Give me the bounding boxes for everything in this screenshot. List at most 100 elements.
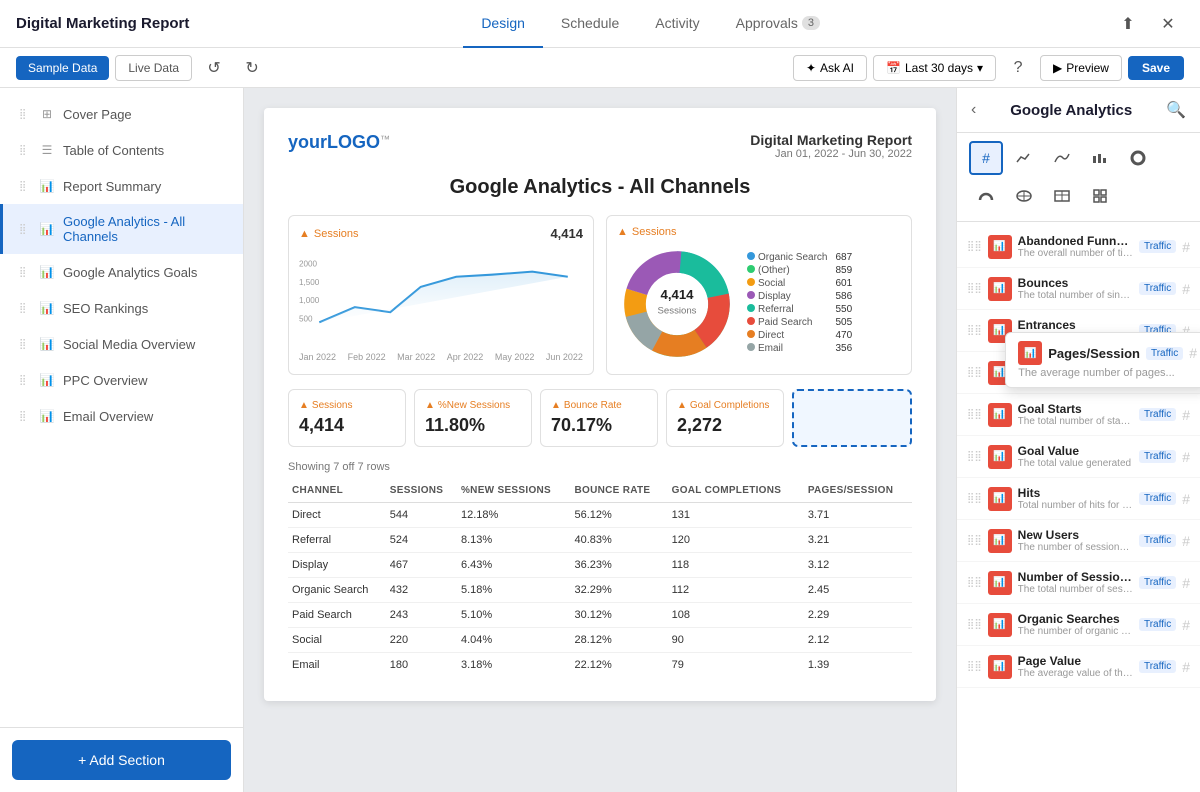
type-map-button[interactable] — [1007, 179, 1041, 213]
sidebar-item-ppc[interactable]: ⣿ 📊 PPC Overview — [0, 362, 243, 398]
metric-chart-icon: 📊 — [988, 529, 1012, 553]
live-data-button[interactable]: Live Data — [115, 55, 192, 81]
topbar-left: Digital Marketing Report — [16, 15, 189, 32]
metric-badge: Traffic — [1139, 240, 1176, 253]
calendar-icon: 📅 — [886, 61, 901, 75]
table-cell: 1.39 — [804, 653, 912, 678]
metric-item[interactable]: ⣿⣿ 📊 Hits Total number of hits for this.… — [957, 478, 1200, 520]
save-button[interactable]: Save — [1128, 56, 1184, 80]
metric-chart-icon: 📊 — [988, 403, 1012, 427]
metric-item[interactable]: ⣿⣿ 📊 Goal Starts The total number of sta… — [957, 394, 1200, 436]
sidebar-item-ga-goals[interactable]: ⣿ 📊 Google Analytics Goals — [0, 254, 243, 290]
metric-badge: Traffic — [1139, 492, 1176, 505]
svg-text:1,000: 1,000 — [299, 296, 320, 305]
table-row: Social2204.04%28.12%902.12 — [288, 628, 912, 653]
metric-hash[interactable]: # — [1182, 281, 1190, 297]
table-cell: 3.71 — [804, 503, 912, 528]
chart-label: ▲ Sessions — [299, 228, 359, 240]
col-goal-completions: GOAL COMPLETIONS — [668, 479, 804, 503]
type-curve-button[interactable] — [1045, 141, 1079, 175]
table-cell: 467 — [386, 553, 457, 578]
chart-icon: 📊 — [39, 336, 55, 352]
drag-handle-icon: ⣿ — [19, 224, 31, 235]
drag-handle-icon: ⣿⣿ — [967, 535, 982, 546]
type-table-button[interactable] — [1045, 179, 1079, 213]
metric-item[interactable]: ⣿⣿ 📊 Bounces The total number of single.… — [957, 268, 1200, 310]
type-bar-button[interactable] — [1083, 141, 1117, 175]
metric-item[interactable]: ⣿⣿ 📊 Number of Sessions p... The total n… — [957, 562, 1200, 604]
type-line-button[interactable] — [1007, 141, 1041, 175]
tooltip-hash[interactable]: # — [1189, 345, 1197, 361]
metric-hash[interactable]: # — [1182, 449, 1190, 465]
table-cell: 112 — [668, 578, 804, 603]
metric-info: Number of Sessions p... The total number… — [1018, 570, 1133, 595]
metric-hash[interactable]: # — [1182, 659, 1190, 675]
type-gauge-button[interactable] — [969, 179, 1003, 213]
list-icon: ☰ — [39, 142, 55, 158]
panel-back-button[interactable]: ‹ — [971, 101, 976, 119]
type-donut-button[interactable] — [1121, 141, 1155, 175]
report-header: yourLOGO™ Digital Marketing Report Jan 0… — [288, 132, 912, 160]
table-cell: Direct — [288, 503, 386, 528]
table-cell: Referral — [288, 528, 386, 553]
drag-handle-icon: ⣿⣿ — [967, 367, 982, 378]
topbar: Digital Marketing Report Design Schedule… — [0, 0, 1200, 48]
metric-info: Bounces The total number of single... — [1018, 276, 1133, 301]
preview-button[interactable]: ▶ Preview — [1040, 55, 1122, 81]
sessions-line-chart: ▲ Sessions 4,414 2000 1,500 1,000 500 — [288, 215, 594, 375]
help-button[interactable]: ? — [1002, 52, 1034, 84]
stat-goal-completions: ▲Goal Completions 2,272 — [666, 389, 784, 447]
col-new-sessions: %NEW SESSIONS — [457, 479, 571, 503]
table-section: Showing 7 off 7 rows CHANNEL SESSIONS %N… — [288, 461, 912, 677]
sidebar-item-ga-all-channels[interactable]: ⣿ 📊 Google Analytics - All Channels — [0, 204, 243, 254]
type-grid-button[interactable] — [1083, 179, 1117, 213]
metric-hash[interactable]: # — [1182, 407, 1190, 423]
metric-info: Goal Starts The total number of starts f… — [1018, 402, 1133, 427]
metric-name: Organic Searches — [1018, 612, 1133, 626]
svg-text:Sessions: Sessions — [658, 306, 697, 317]
type-number-button[interactable]: # — [969, 141, 1003, 175]
metric-item[interactable]: ⣿⣿ 📊 Goal Value The total value generate… — [957, 436, 1200, 478]
sidebar-item-table-of-contents[interactable]: ⣿ ☰ Table of Contents — [0, 132, 243, 168]
share-button[interactable]: ⬆ — [1112, 8, 1144, 40]
metric-item[interactable]: ⣿⣿ 📊 Organic Searches The number of orga… — [957, 604, 1200, 646]
metric-hash[interactable]: # — [1182, 491, 1190, 507]
ask-ai-button[interactable]: ✦ Ask AI — [793, 55, 867, 81]
metric-info: Hits Total number of hits for this... — [1018, 486, 1133, 511]
metric-item[interactable]: ⣿⣿ 📊 New Users The number of sessions m.… — [957, 520, 1200, 562]
tab-activity[interactable]: Activity — [637, 0, 717, 48]
date-range-button[interactable]: 📅 Last 30 days ▾ — [873, 55, 996, 81]
table-cell: 36.23% — [570, 553, 667, 578]
sidebar-item-cover-page[interactable]: ⣿ ⊞ Cover Page — [0, 96, 243, 132]
sidebar-item-seo-rankings[interactable]: ⣿ 📊 SEO Rankings — [0, 290, 243, 326]
redo-button[interactable]: ↻ — [236, 52, 268, 84]
tooltip-badge: Traffic — [1146, 347, 1183, 360]
add-section-button[interactable]: + Add Section — [12, 740, 231, 780]
table-cell: 3.21 — [804, 528, 912, 553]
metric-hash[interactable]: # — [1182, 533, 1190, 549]
panel-search-button[interactable]: 🔍 — [1166, 100, 1186, 120]
metric-hash[interactable]: # — [1182, 575, 1190, 591]
tab-approvals[interactable]: Approvals 3 — [718, 0, 838, 48]
tab-design[interactable]: Design — [463, 0, 543, 48]
metric-desc: The total number of starts f... — [1018, 416, 1133, 427]
tab-schedule[interactable]: Schedule — [543, 0, 637, 48]
metric-item[interactable]: ⣿⣿ 📊 Pages/Session The average number of… — [957, 352, 1200, 394]
sidebar-item-social-media[interactable]: ⣿ 📊 Social Media Overview — [0, 326, 243, 362]
sidebar-item-email[interactable]: ⣿ 📊 Email Overview — [0, 398, 243, 434]
metric-item[interactable]: ⣿⣿ 📊 Page Value The average value of thi… — [957, 646, 1200, 688]
sidebar-item-report-summary[interactable]: ⣿ 📊 Report Summary — [0, 168, 243, 204]
table-cell: 432 — [386, 578, 457, 603]
metric-item[interactable]: ⣿⣿ 📊 Abandoned Funnels The overall numbe… — [957, 226, 1200, 268]
drag-handle-icon: ⣿ — [19, 267, 31, 278]
metric-hash[interactable]: # — [1182, 617, 1190, 633]
stat-new-sessions: ▲%New Sessions 11.80% — [414, 389, 532, 447]
undo-button[interactable]: ↺ — [198, 52, 230, 84]
close-button[interactable]: ✕ — [1152, 8, 1184, 40]
toolbar: Sample Data Live Data ↺ ↻ ✦ Ask AI 📅 Las… — [0, 48, 1200, 88]
table-cell: 12.18% — [457, 503, 571, 528]
metric-hash[interactable]: # — [1182, 239, 1190, 255]
table-cell: 40.83% — [570, 528, 667, 553]
sample-data-button[interactable]: Sample Data — [16, 56, 109, 80]
table-cell: 32.29% — [570, 578, 667, 603]
